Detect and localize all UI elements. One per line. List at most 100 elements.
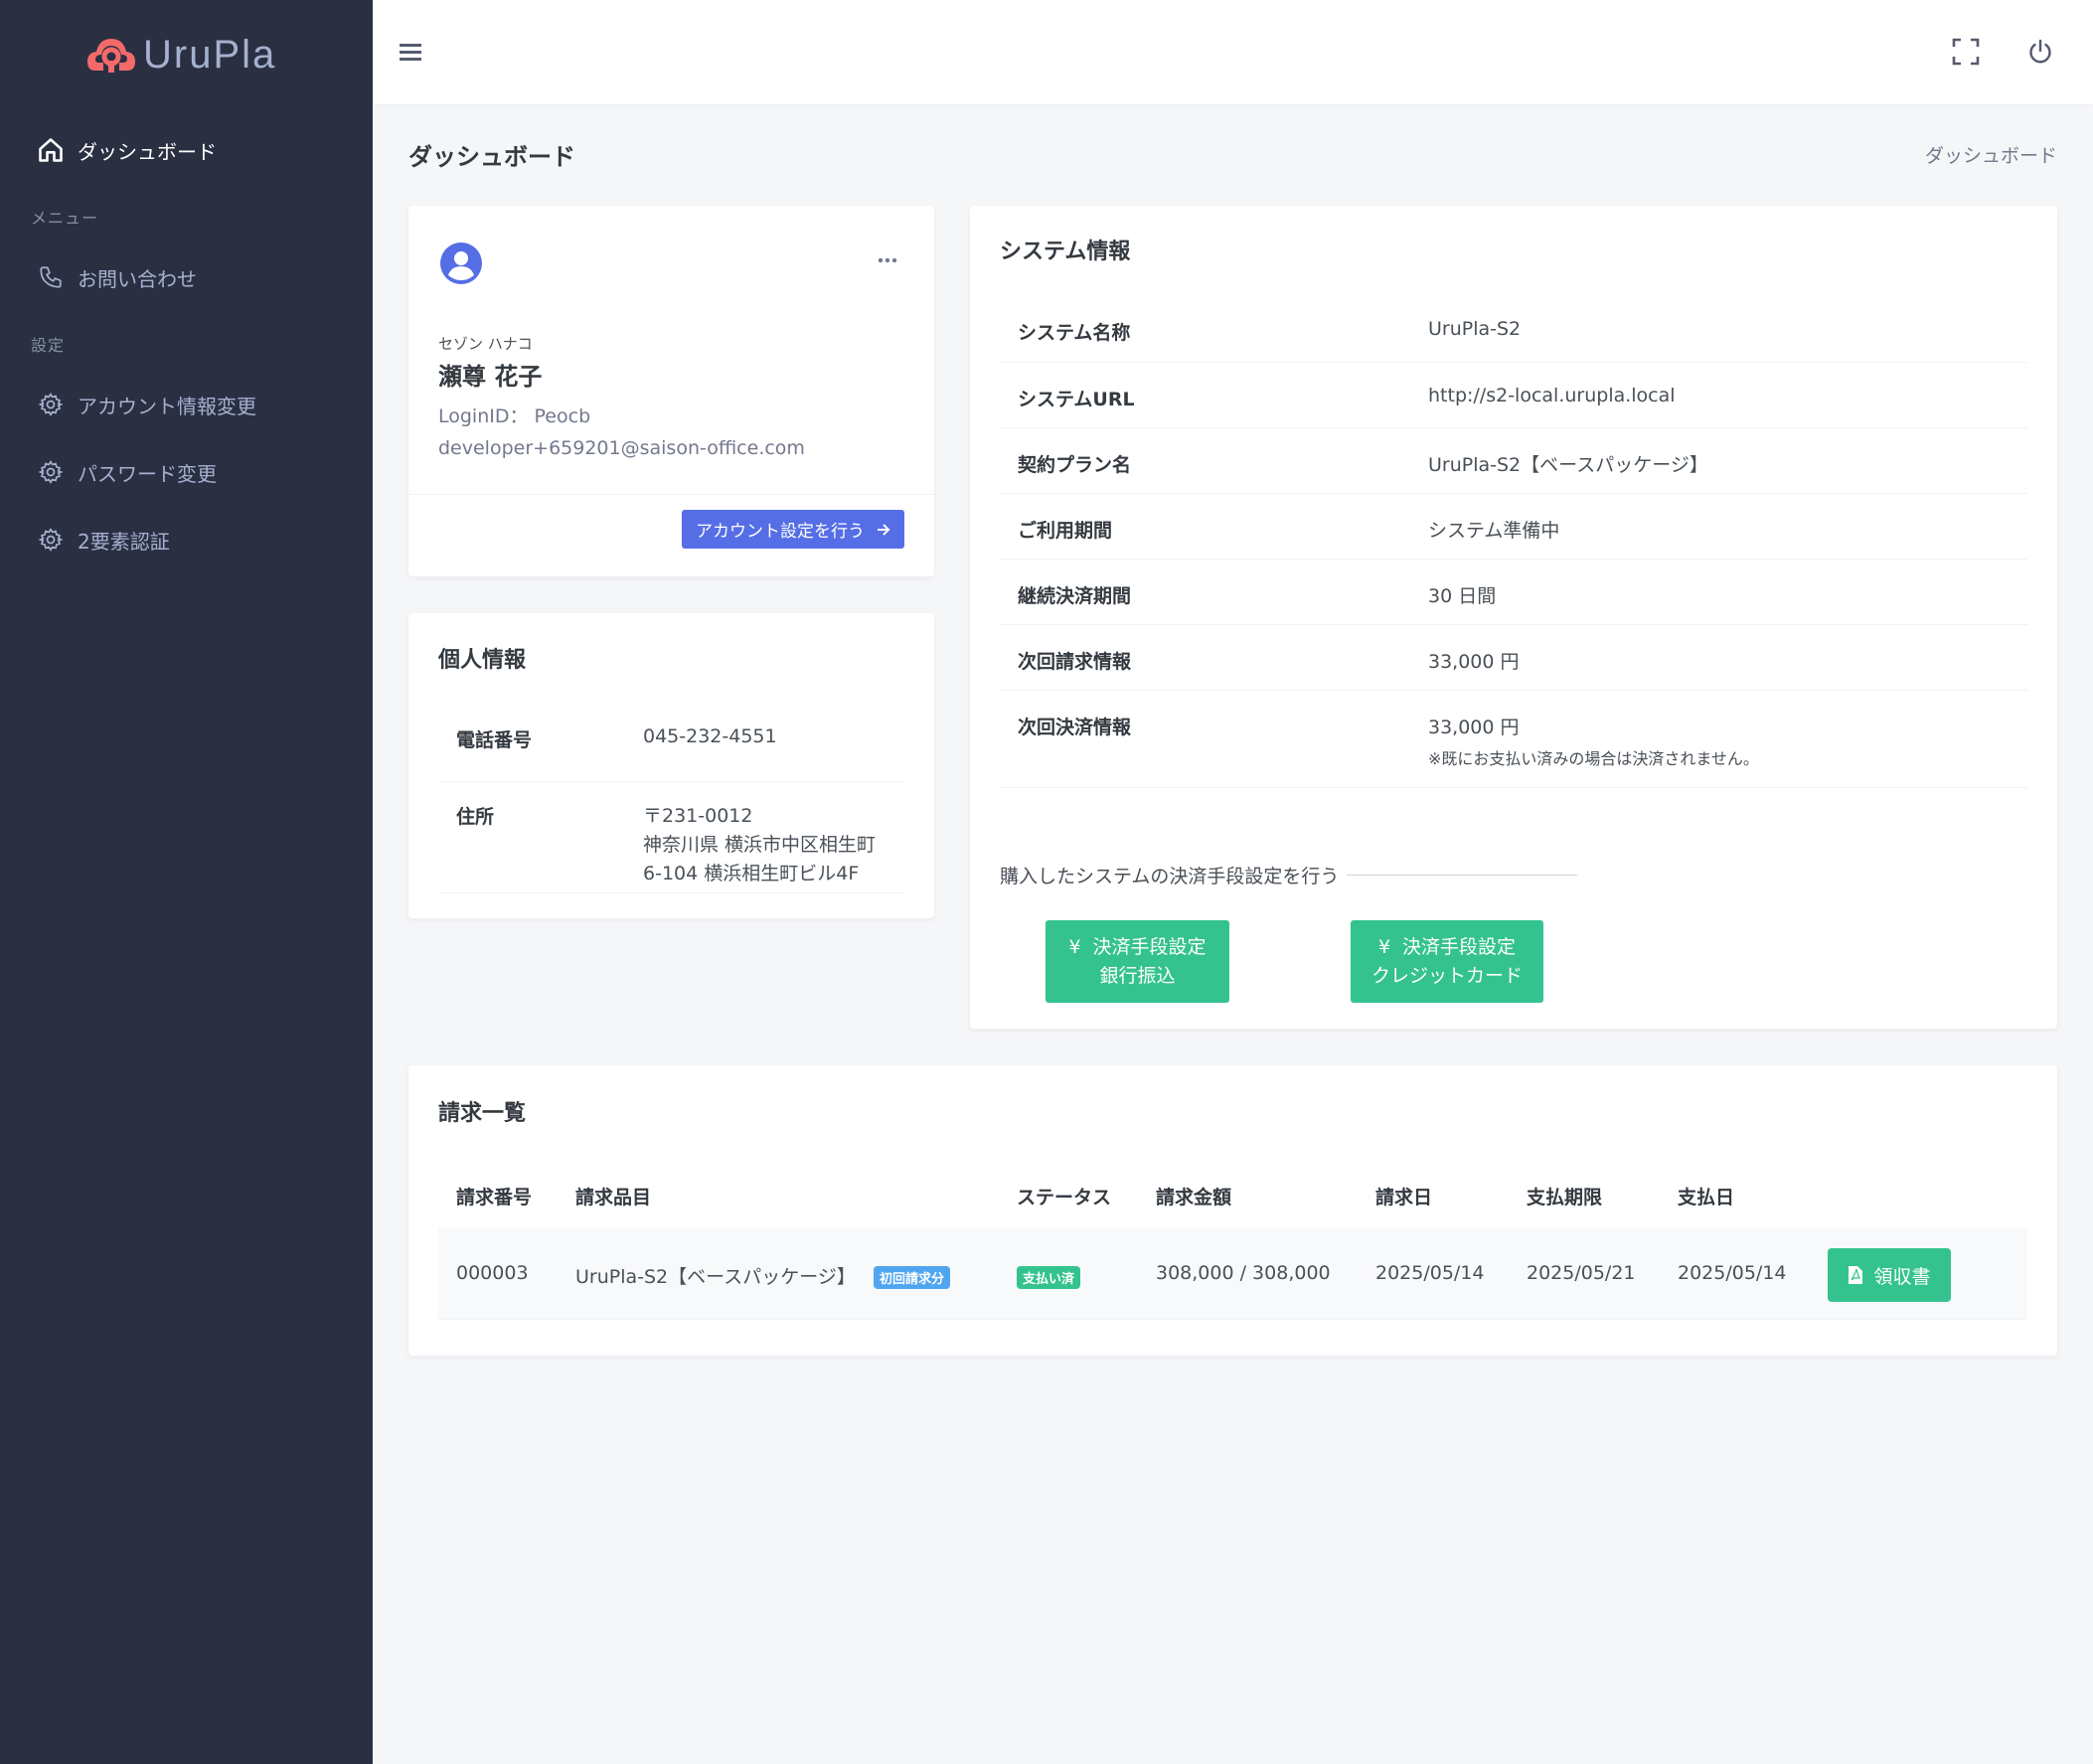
due-date: 2025/05/21: [1527, 1262, 1636, 1284]
system-row-renewal: 継続決済期間 30 日間: [1000, 560, 2027, 625]
yen-icon: ¥: [1377, 935, 1391, 958]
pdf-file-icon: [1849, 1266, 1863, 1284]
fullscreen-icon: [1952, 38, 1980, 66]
system-row-label: ご利用期間: [1018, 520, 1113, 542]
bill-number: 000003: [456, 1262, 529, 1284]
system-row-value: UruPla-S2: [1428, 318, 1522, 340]
phone-value: 045-232-4551: [643, 725, 777, 747]
sidebar-item-password[interactable]: パスワード変更: [36, 452, 217, 492]
system-row-value[interactable]: http://s2-local.urupla.local: [1428, 385, 1676, 406]
column-header: 請求品目: [575, 1187, 652, 1208]
bill-date: 2025/05/14: [1375, 1262, 1485, 1284]
column-header: 請求日: [1375, 1187, 1433, 1208]
payment-note: ※既にお支払い済みの場合は決済されません。: [1428, 749, 1759, 768]
system-row-label: 継続決済期間: [1018, 585, 1132, 607]
logo[interactable]: UruPla: [85, 30, 276, 80]
billing-title: 請求一覧: [438, 1101, 527, 1126]
column-header: 請求番号: [456, 1187, 533, 1208]
phone-label: 電話番号: [456, 729, 533, 751]
system-row-name: システム名称 UruPla-S2: [1000, 297, 2027, 363]
receipt-label: 領収書: [1873, 1265, 1931, 1288]
address-value: 〒231-0012 神奈川県 横浜市中区相生町 6-104 横浜相生町ビル4F: [643, 802, 876, 888]
address-label: 住所: [456, 806, 495, 828]
first-bill-badge: 初回請求分: [874, 1266, 951, 1289]
gear-icon: [36, 525, 66, 555]
fullscreen-button[interactable]: [1948, 34, 1984, 70]
profile-card: セゾン ハナコ 瀬尊 花子 LoginID： Peocb developer+6…: [408, 206, 934, 576]
sidebar-item-account[interactable]: アカウント情報変更: [36, 385, 256, 424]
system-row-period: ご利用期間 システム準備中: [1000, 494, 2027, 560]
credit-card-button[interactable]: ¥ 決済手段設定 クレジットカード: [1351, 920, 1543, 1003]
system-row-label: 契約プラン名: [1018, 454, 1132, 476]
logo-icon: [87, 39, 135, 73]
system-row-plan: 契約プラン名 UruPla-S2【ベースパッケージ】: [1000, 428, 2027, 494]
heading-rule: [1347, 875, 1578, 876]
ellipsis-icon: [878, 257, 897, 263]
sidebar-item-label: お問い合わせ: [78, 266, 197, 291]
yen-icon: ¥: [1068, 935, 1081, 958]
divider: [408, 494, 934, 495]
sidebar-section-menu: メニュー: [31, 209, 99, 228]
profile-email: developer+659201@saison-office.com: [438, 437, 805, 459]
profile-kana: セゾン ハナコ: [438, 335, 533, 353]
profile-login-id: LoginID： Peocb: [438, 405, 591, 427]
column-header: ステータス: [1017, 1187, 1112, 1208]
system-row-label: システム名称: [1018, 322, 1131, 344]
system-row-label: 次回決済情報: [1018, 717, 1132, 738]
sidebar-item-label: ダッシュボード: [78, 139, 217, 164]
receipt-button[interactable]: 領収書: [1828, 1248, 1951, 1302]
personal-row-address: 住所 〒231-0012 神奈川県 横浜市中区相生町 6-104 横浜相生町ビル…: [438, 782, 904, 893]
system-info-title: システム情報: [1000, 240, 1131, 264]
topbar: [373, 0, 2093, 104]
gear-icon: [36, 390, 66, 419]
bill-item: UruPla-S2【ベースパッケージ】: [575, 1266, 856, 1288]
sidebar-item-label: パスワード変更: [78, 461, 217, 486]
system-row-value: 33,000 円: [1428, 717, 1520, 738]
logo-text: UruPla: [143, 32, 277, 77]
gear-icon: [36, 457, 66, 487]
menu-toggle-button[interactable]: [393, 34, 428, 70]
logout-button[interactable]: [2022, 34, 2058, 70]
arrow-right-icon: [878, 523, 890, 536]
page-title: ダッシュボード: [408, 143, 575, 171]
sidebar-item-contact[interactable]: お問い合わせ: [36, 257, 197, 297]
hamburger-icon: [400, 44, 421, 61]
breadcrumb[interactable]: ダッシュボード: [1925, 141, 2057, 168]
address-line2: 6-104 横浜相生町ビル4F: [643, 863, 860, 884]
sidebar-item-dashboard[interactable]: ダッシュボード: [36, 130, 217, 170]
system-info-card: システム情報 システム名称 UruPla-S2 システムURL http://s…: [970, 206, 2057, 1029]
column-header: 支払日: [1678, 1187, 1735, 1208]
system-row-value: システム準備中: [1428, 520, 1560, 542]
account-settings-button[interactable]: アカウント設定を行う: [682, 510, 904, 549]
system-row-next-payment: 次回決済情報 33,000 円 ※既にお支払い済みの場合は決済されません。: [1000, 691, 2027, 788]
system-row-label: システムURL: [1018, 389, 1135, 410]
column-header: 請求金額: [1156, 1187, 1232, 1208]
sidebar-item-two-factor[interactable]: 2要素認証: [36, 520, 170, 560]
power-icon: [2029, 39, 2051, 64]
status-badge: 支払い済: [1017, 1266, 1081, 1289]
personal-info-title: 個人情報: [438, 648, 527, 673]
bank-transfer-button[interactable]: ¥ 決済手段設定 銀行振込: [1046, 920, 1229, 1003]
system-row-value: 30 日間: [1428, 585, 1497, 607]
system-row-label: 次回請求情報: [1018, 651, 1132, 673]
paid-date: 2025/05/14: [1678, 1262, 1787, 1284]
personal-info-card: 個人情報 電話番号 045-232-4551 住所 〒231-0012 神奈川県…: [408, 613, 934, 918]
account-settings-label: アカウント設定を行う: [696, 522, 865, 542]
system-row-next-bill: 次回請求情報 33,000 円: [1000, 625, 2027, 691]
sidebar-section-settings: 設定: [31, 336, 66, 355]
phone-icon: [36, 262, 66, 292]
address-zip: 〒231-0012: [643, 805, 753, 827]
column-header: 支払期限: [1527, 1187, 1603, 1208]
more-options-button[interactable]: [878, 241, 897, 269]
home-icon: [36, 135, 66, 165]
system-row-value: UruPla-S2【ベースパッケージ】: [1428, 454, 1708, 476]
sidebar-item-label: アカウント情報変更: [78, 394, 256, 418]
payment-heading: 購入したシステムの決済手段設定を行う: [1000, 862, 1578, 888]
personal-row-phone: 電話番号 045-232-4551: [438, 716, 904, 782]
user-avatar-icon: [440, 242, 482, 284]
system-row-value: 33,000 円: [1428, 651, 1520, 673]
profile-name: 瀬尊 花子: [438, 363, 543, 391]
bill-amount: 308,000 / 308,000: [1156, 1262, 1331, 1284]
system-row-url: システムURL http://s2-local.urupla.local: [1000, 363, 2027, 428]
address-line1: 神奈川県 横浜市中区相生町: [643, 834, 877, 856]
